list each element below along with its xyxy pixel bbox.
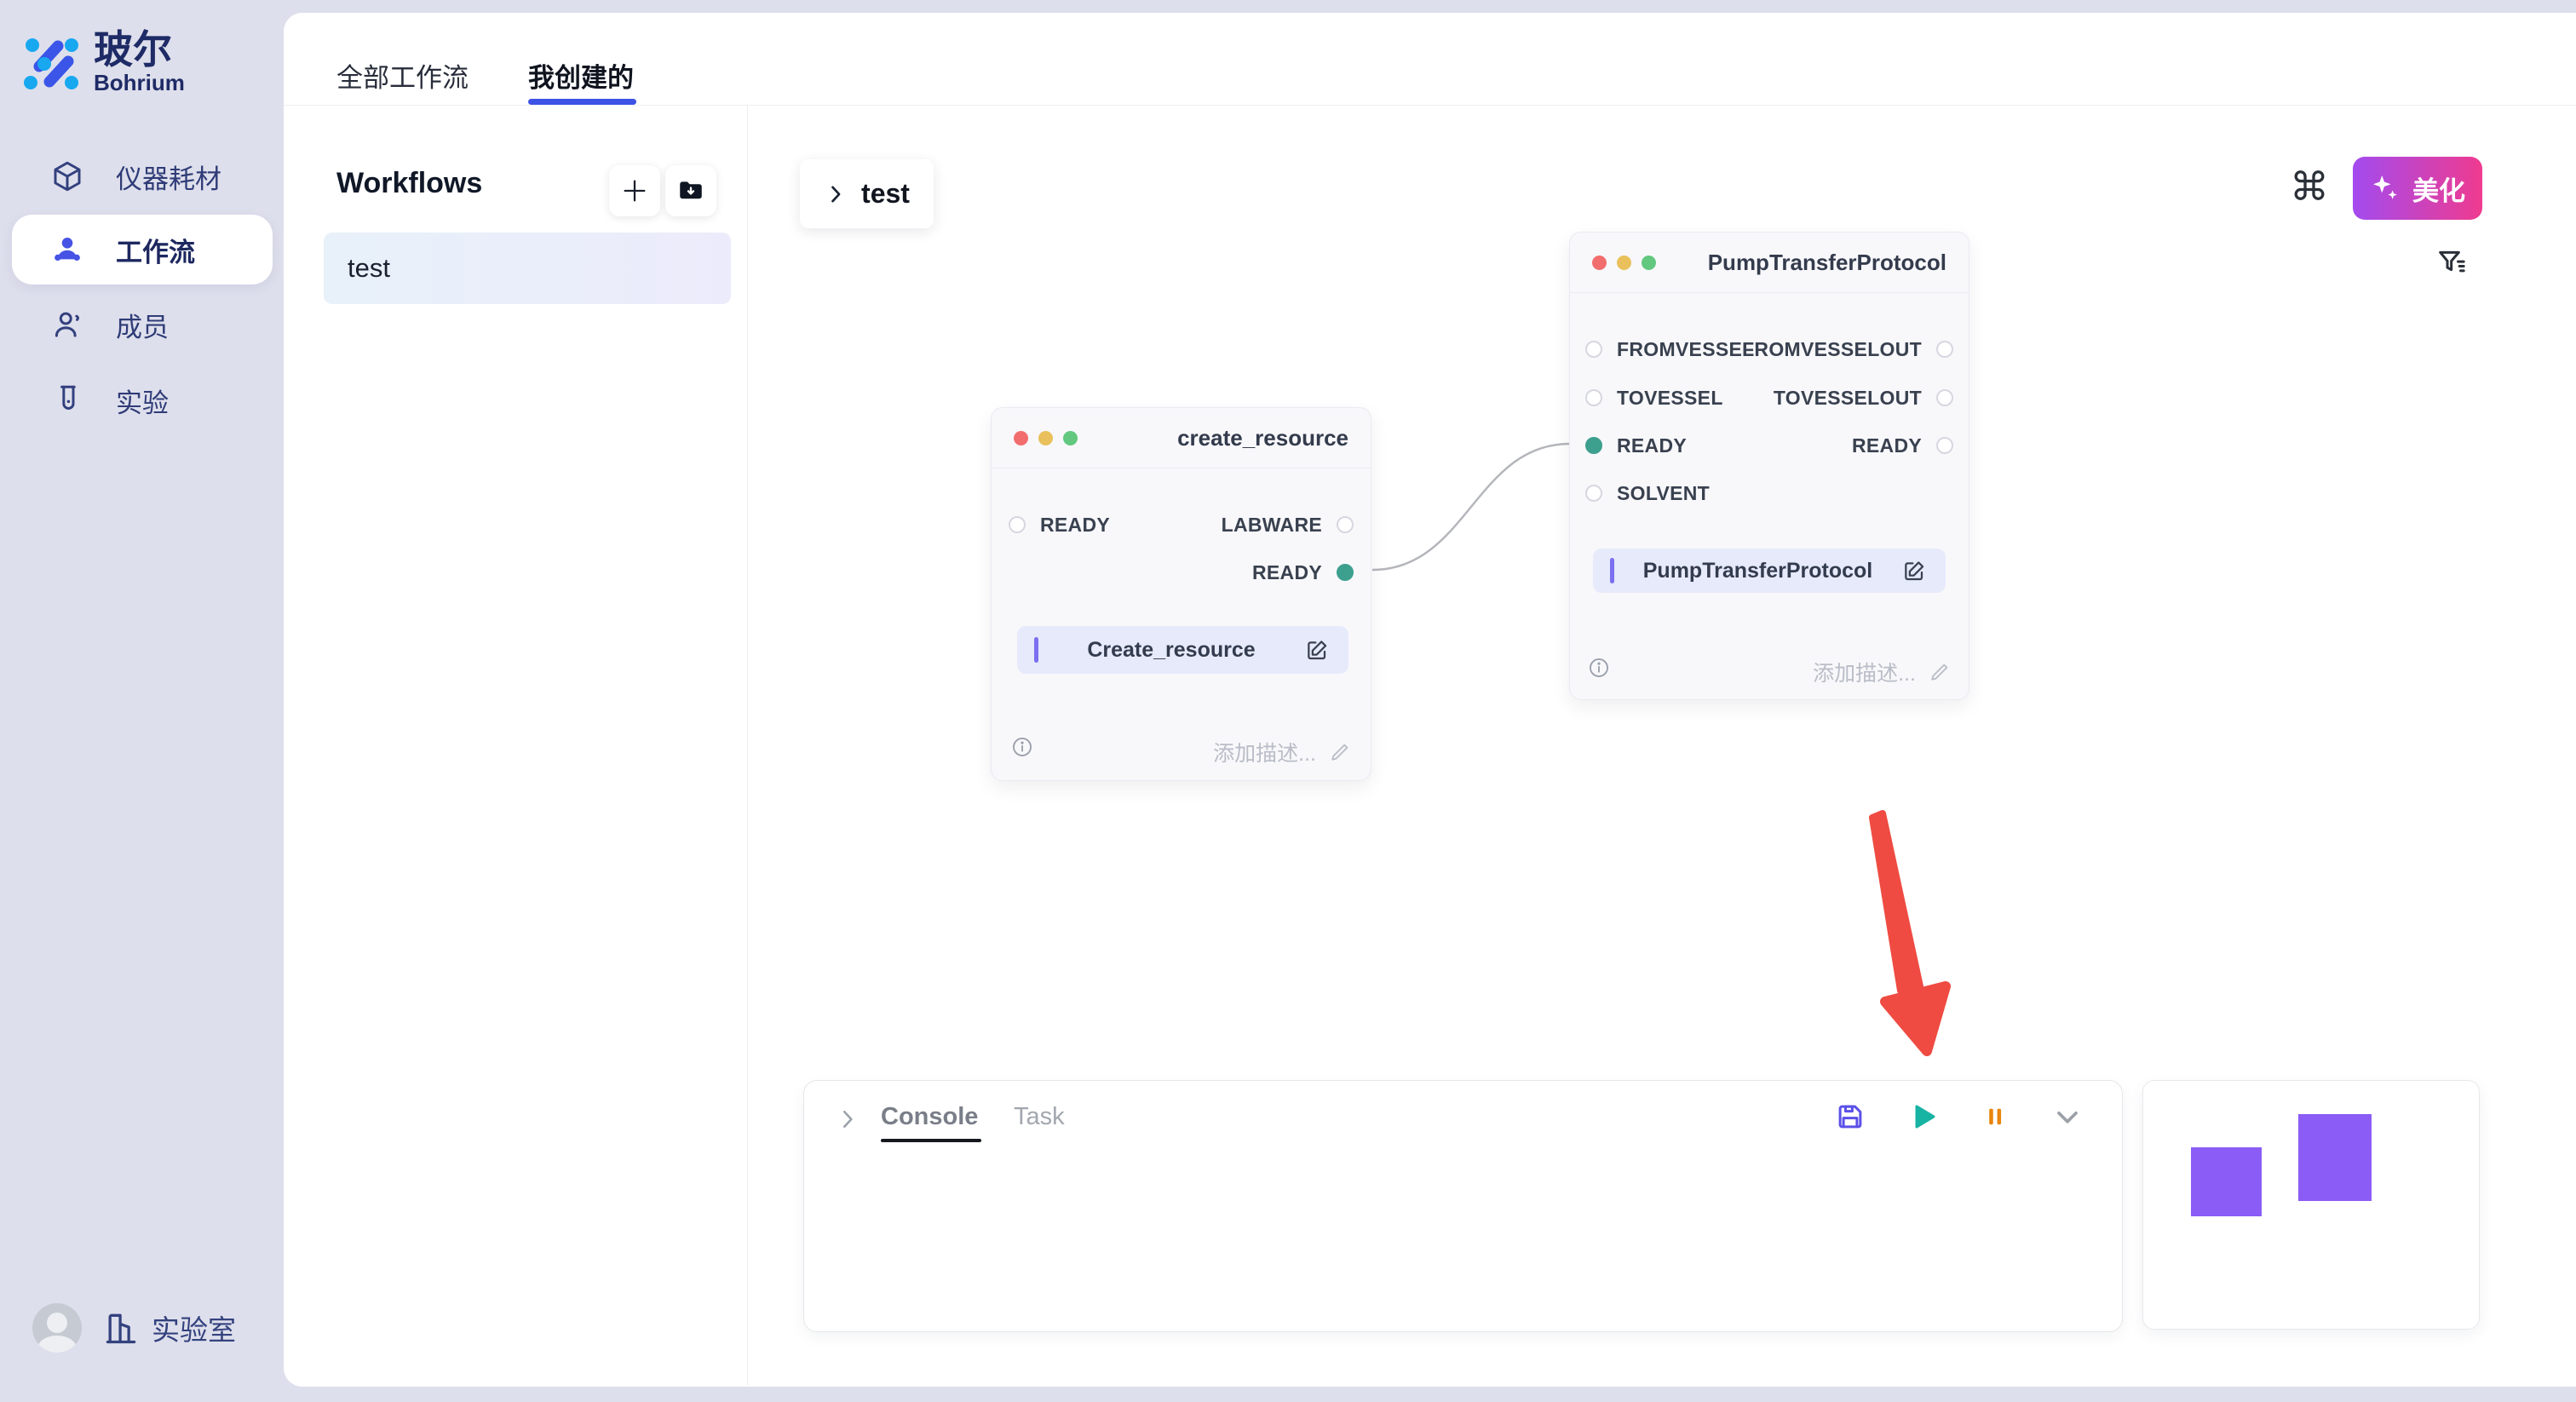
dot-red-icon xyxy=(1592,256,1607,270)
traffic-dots xyxy=(1592,256,1656,270)
port-handle[interactable] xyxy=(1936,389,1953,406)
chevron-right-icon xyxy=(824,182,848,206)
port-tovessel-in: TOVESSEL xyxy=(1585,387,1723,409)
port-handle[interactable] xyxy=(1009,516,1026,533)
info-icon[interactable] xyxy=(1010,735,1034,759)
port-fromvesselout-out: FROMVESSELOUT xyxy=(1742,338,1953,360)
node-create-resource[interactable]: create_resource READY LABWARE READY Crea… xyxy=(991,407,1371,781)
traffic-dots xyxy=(1014,431,1078,445)
tab-all-workflows[interactable]: 全部工作流 xyxy=(336,56,469,95)
brand-logo: 玻尔 Bohrium xyxy=(24,29,185,96)
port-handle[interactable] xyxy=(1936,341,1953,358)
port-ready-out: READY xyxy=(1852,434,1953,457)
minimap[interactable] xyxy=(2142,1080,2480,1330)
port-ready-in: READY xyxy=(1009,514,1110,536)
port-ready-out: READY xyxy=(1252,561,1354,583)
port-tovesselout-out: TOVESSELOUT xyxy=(1774,387,1953,409)
console-expand-chevron-icon[interactable] xyxy=(835,1106,860,1132)
edit-icon[interactable] xyxy=(1901,557,1929,584)
node-description-field[interactable]: 添加描述... xyxy=(1213,737,1352,767)
node-header: PumpTransferProtocol xyxy=(1570,233,1969,293)
sidebar: 玻尔 Bohrium 仪器耗材 工作流 成员 xyxy=(0,0,284,1402)
run-play-icon[interactable] xyxy=(1907,1100,1940,1133)
dot-green-icon xyxy=(1642,256,1656,270)
sidebar-footer[interactable]: 实验室 xyxy=(32,1303,236,1353)
pencil-icon xyxy=(1928,660,1952,684)
avatar[interactable] xyxy=(32,1303,82,1353)
sidebar-item-label: 仪器耗材 xyxy=(116,158,221,196)
tab-my-created[interactable]: 我创建的 xyxy=(528,56,634,95)
port-ready-in: READY xyxy=(1585,434,1687,457)
dot-yellow-icon xyxy=(1038,431,1053,445)
beautify-label: 美化 xyxy=(2412,170,2465,208)
edit-icon[interactable] xyxy=(1304,636,1331,664)
info-icon[interactable] xyxy=(1587,656,1611,680)
canvas-breadcrumb[interactable]: test xyxy=(800,159,934,228)
filter-icon[interactable] xyxy=(2435,245,2469,279)
workflows-panel-title: Workflows xyxy=(336,167,482,200)
port-handle[interactable] xyxy=(1585,341,1602,358)
sidebar-item-members[interactable]: 成员 xyxy=(12,290,273,359)
brand-name: 玻尔 xyxy=(94,29,185,70)
minimap-node-create-resource xyxy=(2191,1147,2262,1216)
dot-green-icon xyxy=(1063,431,1078,445)
port-solvent-in: SOLVENT xyxy=(1585,482,1710,504)
port-fromvessel-in: FROMVESSEL xyxy=(1585,338,1754,360)
sidebar-item-workflow[interactable]: 工作流 xyxy=(12,215,273,284)
folder-download-icon xyxy=(676,176,705,205)
port-handle-connected[interactable] xyxy=(1585,437,1602,454)
sidebar-item-label: 工作流 xyxy=(116,231,195,269)
tabbar-divider xyxy=(284,105,2576,106)
sidebar-item-label: 成员 xyxy=(116,306,169,344)
collapse-chevron-down-icon[interactable] xyxy=(2050,1100,2084,1134)
dot-red-icon xyxy=(1014,431,1028,445)
sparkles-icon xyxy=(2370,172,2402,204)
breadcrumb-label: test xyxy=(861,178,910,210)
member-icon xyxy=(49,307,85,342)
pencil-icon xyxy=(1328,740,1352,764)
node-title: PumpTransferProtocol xyxy=(1708,250,1946,276)
lab-switcher-label: 实验室 xyxy=(152,1307,236,1348)
port-labware-out: LABWARE xyxy=(1222,514,1354,536)
panel-divider xyxy=(747,106,748,1385)
node-description-field[interactable]: 添加描述... xyxy=(1813,657,1952,687)
console-panel: Console Task xyxy=(803,1080,2123,1332)
node-header: create_resource xyxy=(992,408,1371,468)
package-icon xyxy=(49,158,85,194)
plus-icon xyxy=(620,176,649,205)
node-action-button[interactable]: PumpTransferProtocol xyxy=(1593,549,1946,593)
sidebar-item-label: 实验 xyxy=(116,382,169,420)
save-icon[interactable] xyxy=(1834,1100,1866,1133)
port-handle-connected[interactable] xyxy=(1337,564,1354,581)
import-folder-button[interactable] xyxy=(665,165,716,216)
workflow-list-item[interactable]: test xyxy=(324,233,731,304)
node-pump-transfer-protocol[interactable]: PumpTransferProtocol FROMVESSEL FROMVESS… xyxy=(1569,232,1969,700)
add-workflow-button[interactable] xyxy=(609,165,660,216)
minimap-node-pump-transfer xyxy=(2298,1114,2372,1201)
active-tab-underline xyxy=(528,99,636,105)
sidebar-item-experiments[interactable]: 实验 xyxy=(12,365,273,435)
console-tab-underline xyxy=(881,1139,981,1142)
port-handle[interactable] xyxy=(1936,437,1953,454)
bohrium-logo-icon xyxy=(24,36,78,90)
tab-task[interactable]: Task xyxy=(1014,1103,1065,1131)
dot-yellow-icon xyxy=(1617,256,1631,270)
beautify-button[interactable]: 美化 xyxy=(2353,157,2482,220)
node-title: create_resource xyxy=(1177,425,1348,451)
experiment-icon xyxy=(49,382,85,418)
building-icon xyxy=(102,1309,140,1347)
port-handle[interactable] xyxy=(1337,516,1354,533)
workflow-people-icon xyxy=(49,232,85,267)
tab-console[interactable]: Console xyxy=(881,1103,978,1131)
command-palette-icon[interactable]: ⌘ xyxy=(2290,167,2329,206)
brand-subtitle: Bohrium xyxy=(94,70,185,96)
sidebar-item-consumables[interactable]: 仪器耗材 xyxy=(12,141,273,211)
port-handle[interactable] xyxy=(1585,485,1602,502)
port-handle[interactable] xyxy=(1585,389,1602,406)
node-action-button[interactable]: Create_resource xyxy=(1017,626,1348,674)
workflow-item-name: test xyxy=(348,253,390,284)
pause-icon[interactable] xyxy=(1981,1102,2010,1131)
